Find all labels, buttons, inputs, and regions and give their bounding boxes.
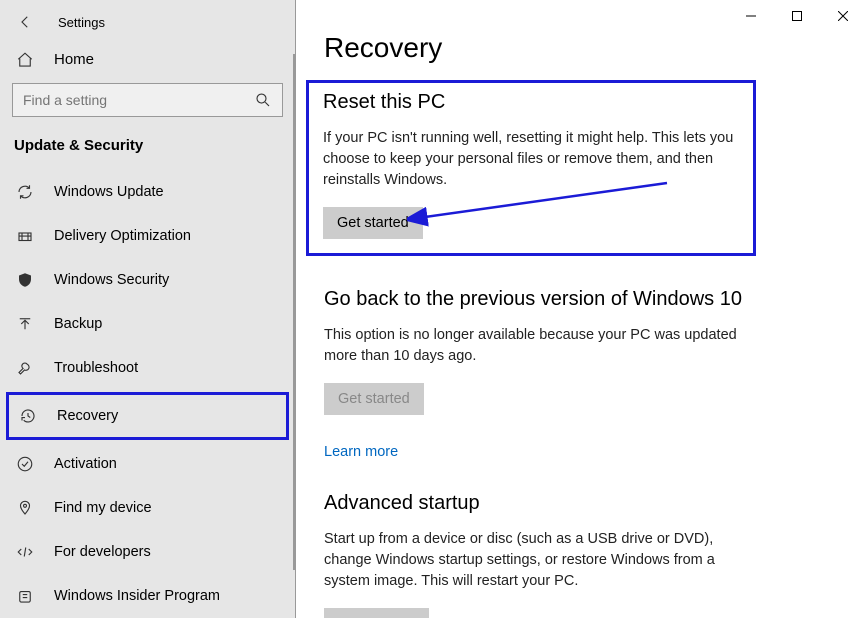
sidebar-item-label: Delivery Optimization: [54, 228, 191, 244]
check-circle-icon: [16, 455, 34, 473]
developer-icon: [16, 543, 34, 561]
sidebar-item-delivery-optimization[interactable]: Delivery Optimization: [0, 214, 295, 258]
reset-pc-section: Reset this PC If your PC isn't running w…: [306, 80, 756, 256]
goback-body: This option is no longer available becau…: [324, 325, 754, 367]
page-title: Recovery: [324, 32, 826, 64]
wrench-icon: [16, 359, 34, 377]
sidebar-item-backup[interactable]: Backup: [0, 302, 295, 346]
restart-now-button[interactable]: Restart now: [324, 608, 429, 618]
scroll-indicator: [293, 54, 296, 570]
search-box[interactable]: [12, 83, 283, 117]
sidebar-item-label: Troubleshoot: [54, 360, 138, 376]
sidebar-item-label: For developers: [54, 544, 151, 560]
sync-icon: [16, 183, 34, 201]
sidebar-item-activation[interactable]: Activation: [0, 442, 295, 486]
sidebar-item-label: Find my device: [54, 500, 152, 516]
get-started-goback-button: Get started: [324, 383, 424, 415]
sidebar-item-label: Activation: [54, 456, 117, 472]
reset-body: If your PC isn't running well, resetting…: [323, 128, 739, 191]
learn-more-link[interactable]: Learn more: [324, 444, 398, 460]
shield-icon: [16, 271, 34, 289]
insider-icon: [16, 587, 34, 605]
app-title: Settings: [58, 15, 105, 30]
advanced-body: Start up from a device or disc (such as …: [324, 529, 754, 592]
reset-heading: Reset this PC: [323, 91, 739, 114]
sidebar-item-windows-update[interactable]: Windows Update: [0, 170, 295, 214]
history-icon: [19, 407, 37, 425]
home-nav[interactable]: Home: [0, 42, 295, 77]
sidebar-item-label: Windows Update: [54, 184, 164, 200]
maximize-button[interactable]: [774, 0, 820, 32]
back-icon[interactable]: [16, 13, 34, 31]
advanced-startup-section: Advanced startup Start up from a device …: [324, 492, 754, 618]
sidebar-item-windows-security[interactable]: Windows Security: [0, 258, 295, 302]
location-icon: [16, 499, 34, 517]
get-started-reset-button[interactable]: Get started: [323, 207, 423, 239]
search-icon: [254, 91, 272, 109]
sidebar-item-label: Backup: [54, 316, 102, 332]
home-label: Home: [54, 51, 94, 68]
nav-list: Windows Update Delivery Optimization Win…: [0, 170, 295, 618]
backup-icon: [16, 315, 34, 333]
goback-heading: Go back to the previous version of Windo…: [324, 288, 754, 311]
delivery-icon: [16, 227, 34, 245]
sidebar-item-find-my-device[interactable]: Find my device: [0, 486, 295, 530]
close-button[interactable]: [820, 0, 866, 32]
sidebar-item-label: Windows Insider Program: [54, 588, 220, 604]
sidebar-item-for-developers[interactable]: For developers: [0, 530, 295, 574]
minimize-button[interactable]: [728, 0, 774, 32]
search-input[interactable]: [23, 92, 254, 108]
sidebar-item-troubleshoot[interactable]: Troubleshoot: [0, 346, 295, 390]
home-icon: [16, 51, 34, 69]
go-back-section: Go back to the previous version of Windo…: [324, 288, 754, 460]
sidebar-item-label: Windows Security: [54, 272, 169, 288]
sidebar-item-label: Recovery: [57, 408, 118, 424]
sidebar-item-recovery[interactable]: Recovery: [6, 392, 289, 440]
sidebar-item-windows-insider[interactable]: Windows Insider Program: [0, 574, 295, 618]
advanced-heading: Advanced startup: [324, 492, 754, 515]
section-header: Update & Security: [0, 127, 295, 170]
